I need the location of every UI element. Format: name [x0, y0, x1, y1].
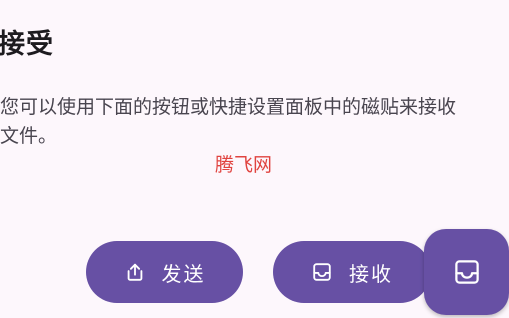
receive-screen: 接受 您可以使用下面的按钮或快捷设置面板中的磁贴来接收 文件。 腾飞网 发送 接… — [0, 0, 509, 318]
section-title: 接受 — [0, 29, 54, 60]
description-line-2: 文件。 — [0, 125, 58, 147]
watermark-text: 腾飞网 — [215, 154, 273, 176]
receive-button-label: 接收 — [349, 261, 393, 286]
send-button-label: 发送 — [161, 261, 206, 286]
receive-fab[interactable] — [424, 229, 509, 315]
section-description: 您可以使用下面的按钮或快捷设置面板中的磁贴来接收 文件。 — [0, 93, 509, 151]
receive-button[interactable]: 接收 — [273, 241, 431, 303]
description-line-1: 您可以使用下面的按钮或快捷设置面板中的磁贴来接收 — [0, 96, 457, 118]
share-upload-icon — [124, 261, 146, 283]
inbox-tray-icon — [452, 257, 482, 287]
inbox-tray-icon — [311, 261, 333, 283]
send-button[interactable]: 发送 — [86, 241, 243, 303]
